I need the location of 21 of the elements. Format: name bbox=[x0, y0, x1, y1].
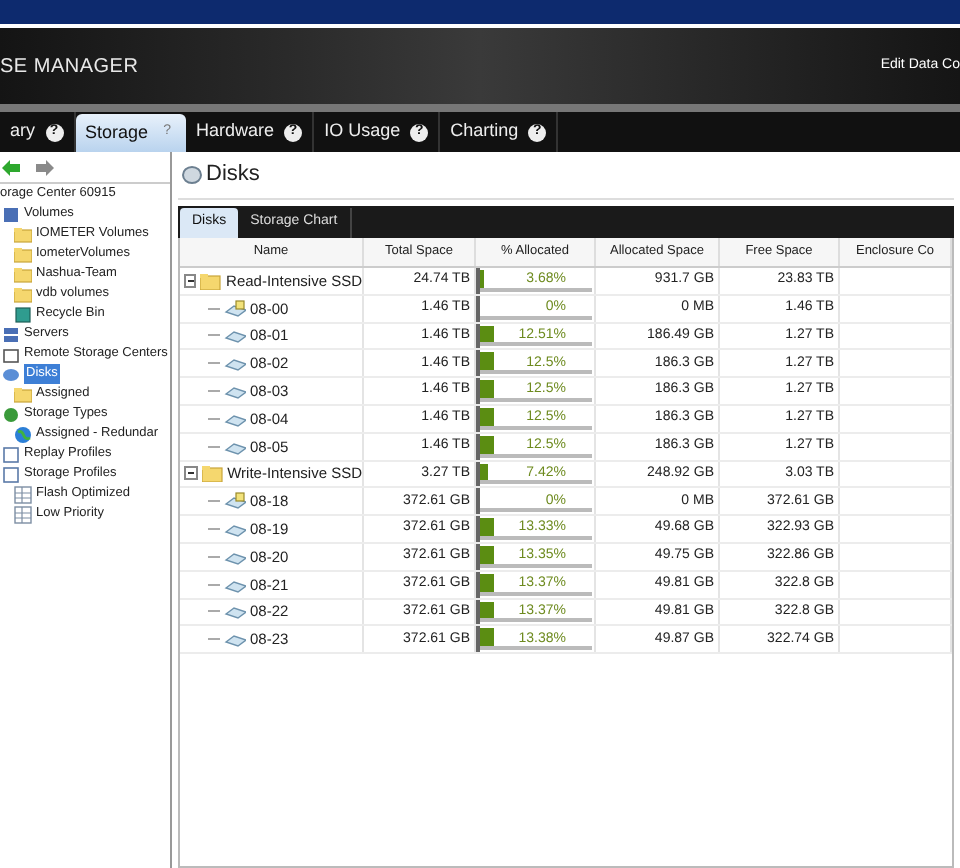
folder-icon bbox=[14, 225, 32, 243]
disks-icon bbox=[2, 365, 20, 383]
disk-with-note-icon bbox=[224, 492, 246, 511]
grid-icon bbox=[14, 485, 32, 503]
disks-icon bbox=[182, 166, 202, 184]
servers-icon bbox=[2, 325, 20, 343]
folder-icon bbox=[14, 385, 32, 403]
folder-icon bbox=[200, 271, 223, 290]
forward-arrow-icon[interactable] bbox=[36, 159, 54, 175]
panel-title: Disks bbox=[206, 160, 260, 191]
back-arrow-icon[interactable] bbox=[2, 159, 20, 175]
grid-icon bbox=[14, 505, 32, 523]
collapse-icon[interactable] bbox=[184, 466, 198, 481]
disk-with-note-icon bbox=[224, 299, 246, 318]
folder-icon bbox=[201, 464, 224, 483]
globe-icon bbox=[14, 425, 32, 443]
app-title: SE MANAGER bbox=[0, 53, 139, 81]
folder-icon bbox=[14, 265, 32, 283]
collapse-icon[interactable] bbox=[184, 273, 197, 288]
folder-icon bbox=[14, 245, 32, 263]
folder-icon bbox=[14, 285, 32, 303]
